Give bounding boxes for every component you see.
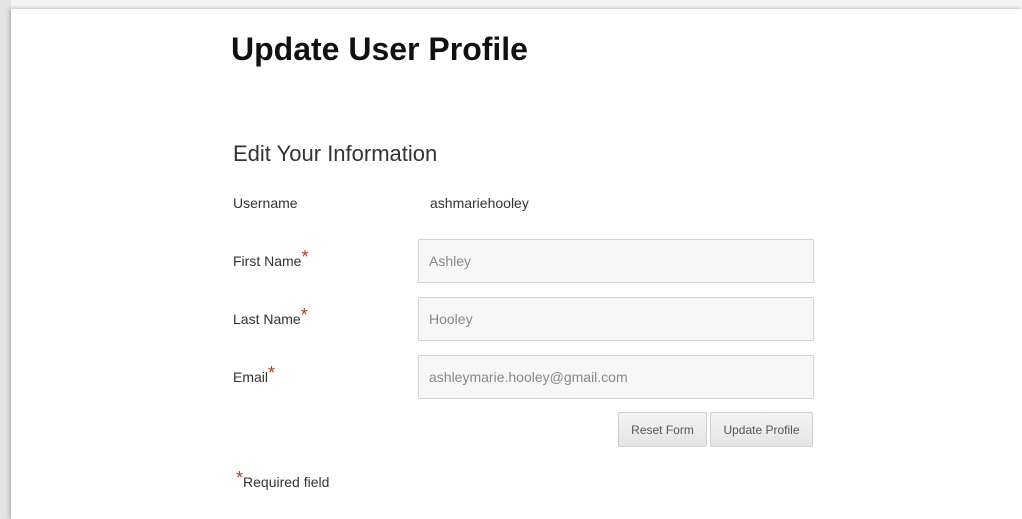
first-name-label: First Name* — [233, 248, 308, 270]
required-field-text: Required field — [243, 474, 330, 490]
username-value: ashmariehooley — [430, 195, 529, 211]
username-label: Username — [233, 194, 298, 212]
left-sidebar-strip — [0, 0, 11, 519]
username-label-text: Username — [233, 195, 298, 211]
email-input[interactable] — [418, 355, 814, 399]
last-name-label: Last Name* — [233, 306, 308, 328]
window-frame: Update User Profile Edit Your Informatio… — [0, 0, 1022, 519]
profile-panel: Update User Profile Edit Your Informatio… — [11, 9, 1022, 519]
last-name-label-text: Last Name — [233, 311, 301, 327]
reset-form-button[interactable]: Reset Form — [618, 412, 707, 447]
section-title: Edit Your Information — [233, 141, 438, 166]
update-profile-button[interactable]: Update Profile — [710, 412, 813, 447]
first-name-input[interactable] — [418, 239, 814, 283]
required-star: * — [301, 247, 309, 267]
required-star: * — [300, 305, 308, 325]
email-label: Email* — [233, 364, 275, 386]
email-label-text: Email — [233, 369, 269, 385]
last-name-input[interactable] — [418, 297, 814, 341]
first-name-label-text: First Name — [233, 253, 302, 269]
required-star: * — [268, 363, 276, 383]
required-field-note: *Required field — [236, 469, 330, 491]
page-title: Update User Profile — [231, 31, 528, 67]
required-star: * — [236, 468, 244, 488]
